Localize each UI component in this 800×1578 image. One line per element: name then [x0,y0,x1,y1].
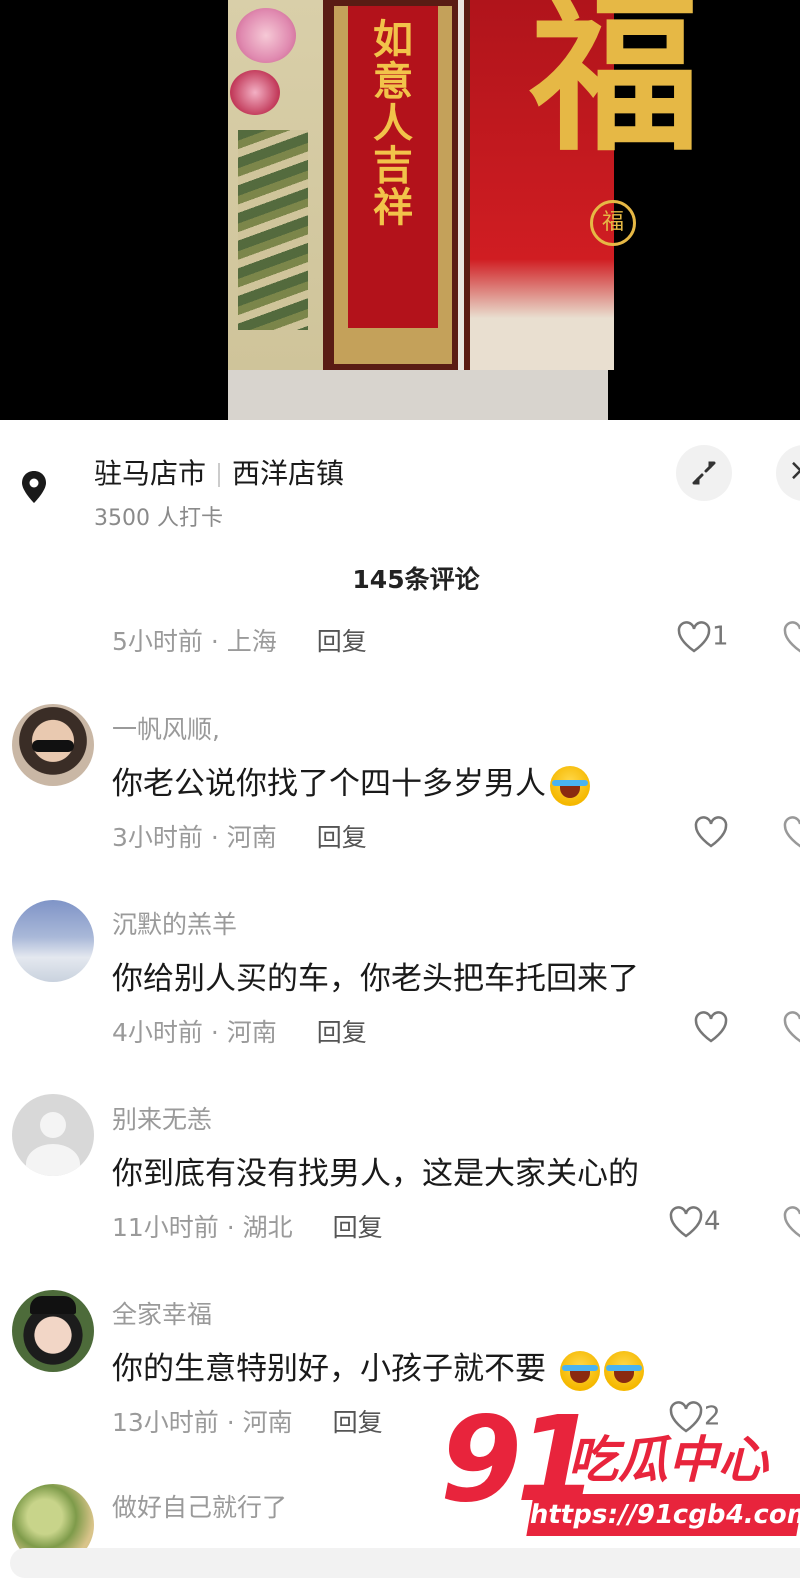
like-button[interactable] [693,1010,729,1044]
dislike-icon[interactable] [782,620,800,656]
like-button[interactable] [693,815,729,849]
heart-icon [694,816,728,848]
comment-text: 你给别人买的车，你老头把车托回来了 [112,961,639,997]
comment-time-location: 4小时前 · 河南 [112,1018,277,1047]
fu-seal: 福 [590,200,636,246]
comment-text-content: 你的生意特别好，小孩子就不要 [112,1351,546,1387]
location-divider [218,463,221,487]
laugh-cry-emoji-icon [550,765,590,806]
comment-time-location: 5小时前 · 上海 [112,627,277,656]
couplet-text: 如意人吉祥 [366,18,413,228]
comment-author[interactable]: 别来无恙 [112,1100,212,1136]
avatar[interactable] [12,900,94,982]
sunglasses [32,740,74,752]
comment-author[interactable]: 沉默的羔羊 [112,905,237,941]
comment-author[interactable]: 全家幸福 [112,1295,212,1331]
comment-meta: 5小时前 · 上海 回复 [112,622,367,658]
peony-flower [236,8,296,63]
watermark-logo: 91 吃瓜中心 https://91cgb4.com [440,1400,800,1550]
cap [30,1296,76,1314]
dislike-icon[interactable] [782,815,800,851]
peony-painting [228,0,329,370]
comment-meta: 4小时前 · 河南 回复 [112,1013,367,1049]
heart-icon [677,621,711,653]
peony-leaves [238,130,308,330]
laugh-cry-emoji-icon [560,1350,600,1391]
comment-text: 你到底有没有找男人，这是大家关心的 [112,1156,639,1192]
comment-time-location: 11小时前 · 湖北 [112,1213,293,1242]
dislike-icon[interactable] [782,1010,800,1046]
laugh-cry-emoji-icon [604,1350,644,1391]
watermark-name: 吃瓜中心 [568,1431,768,1489]
dislike-icon[interactable] [782,1205,800,1241]
comment-text: 你老公说你找了个四十多岁男人 [112,758,590,806]
reply-button[interactable]: 回复 [333,1408,383,1437]
like-count: 4 [704,1206,721,1237]
location-town[interactable]: 西洋店镇 [232,457,344,490]
video-frame: 如意人吉祥 福 福 [228,0,700,420]
expand-button[interactable] [676,445,732,501]
comment-meta: 13小时前 · 河南 回复 [112,1403,383,1439]
floor [228,370,608,420]
comment-time-location: 13小时前 · 河南 [112,1408,293,1437]
checkin-count: 3500 人打卡 [94,506,223,531]
default-avatar-icon[interactable] [12,1094,94,1176]
fu-character: 福 [530,0,701,175]
expand-icon [692,461,716,485]
like-count: 1 [712,621,729,652]
avatar[interactable] [12,704,94,786]
comment-text-content: 你老公说你找了个四十多岁男人 [112,766,546,802]
location-title[interactable]: 驻马店市 西洋店镇 [94,452,344,492]
video-player[interactable]: 如意人吉祥 福 福 [0,0,800,420]
location-city[interactable]: 驻马店市 [94,457,206,490]
comment-author[interactable]: 一帆风顺, [112,710,220,746]
reply-button[interactable]: 回复 [317,823,367,852]
comment-time-location: 3小时前 · 河南 [112,823,277,852]
heart-icon [694,1011,728,1043]
comment-input-bar[interactable] [10,1548,800,1578]
comment-text: 你的生意特别好，小孩子就不要 [112,1343,644,1391]
comment-meta: 11小时前 · 湖北 回复 [112,1208,383,1244]
reply-button[interactable]: 回复 [317,627,367,656]
comment-meta: 3小时前 · 河南 回复 [112,818,367,854]
heart-icon [669,1206,703,1238]
close-icon: × [788,453,800,488]
couplet-scroll: 如意人吉祥 [328,0,458,370]
watermark-url: https://91cgb4.com [526,1494,800,1536]
like-button[interactable]: 4 [668,1205,721,1239]
fu-painting: 福 福 [464,0,700,370]
location-pin-icon [12,465,56,509]
reply-button[interactable]: 回复 [333,1213,383,1242]
peony-flower [230,70,280,115]
like-button[interactable]: 1 [676,620,729,654]
reply-button[interactable]: 回复 [317,1018,367,1047]
comment-author[interactable]: 做好自己就行了 [112,1488,287,1524]
comment-count: 145条评论 [352,565,480,594]
avatar[interactable] [12,1290,94,1372]
couplet-red-panel: 如意人吉祥 [348,6,438,328]
